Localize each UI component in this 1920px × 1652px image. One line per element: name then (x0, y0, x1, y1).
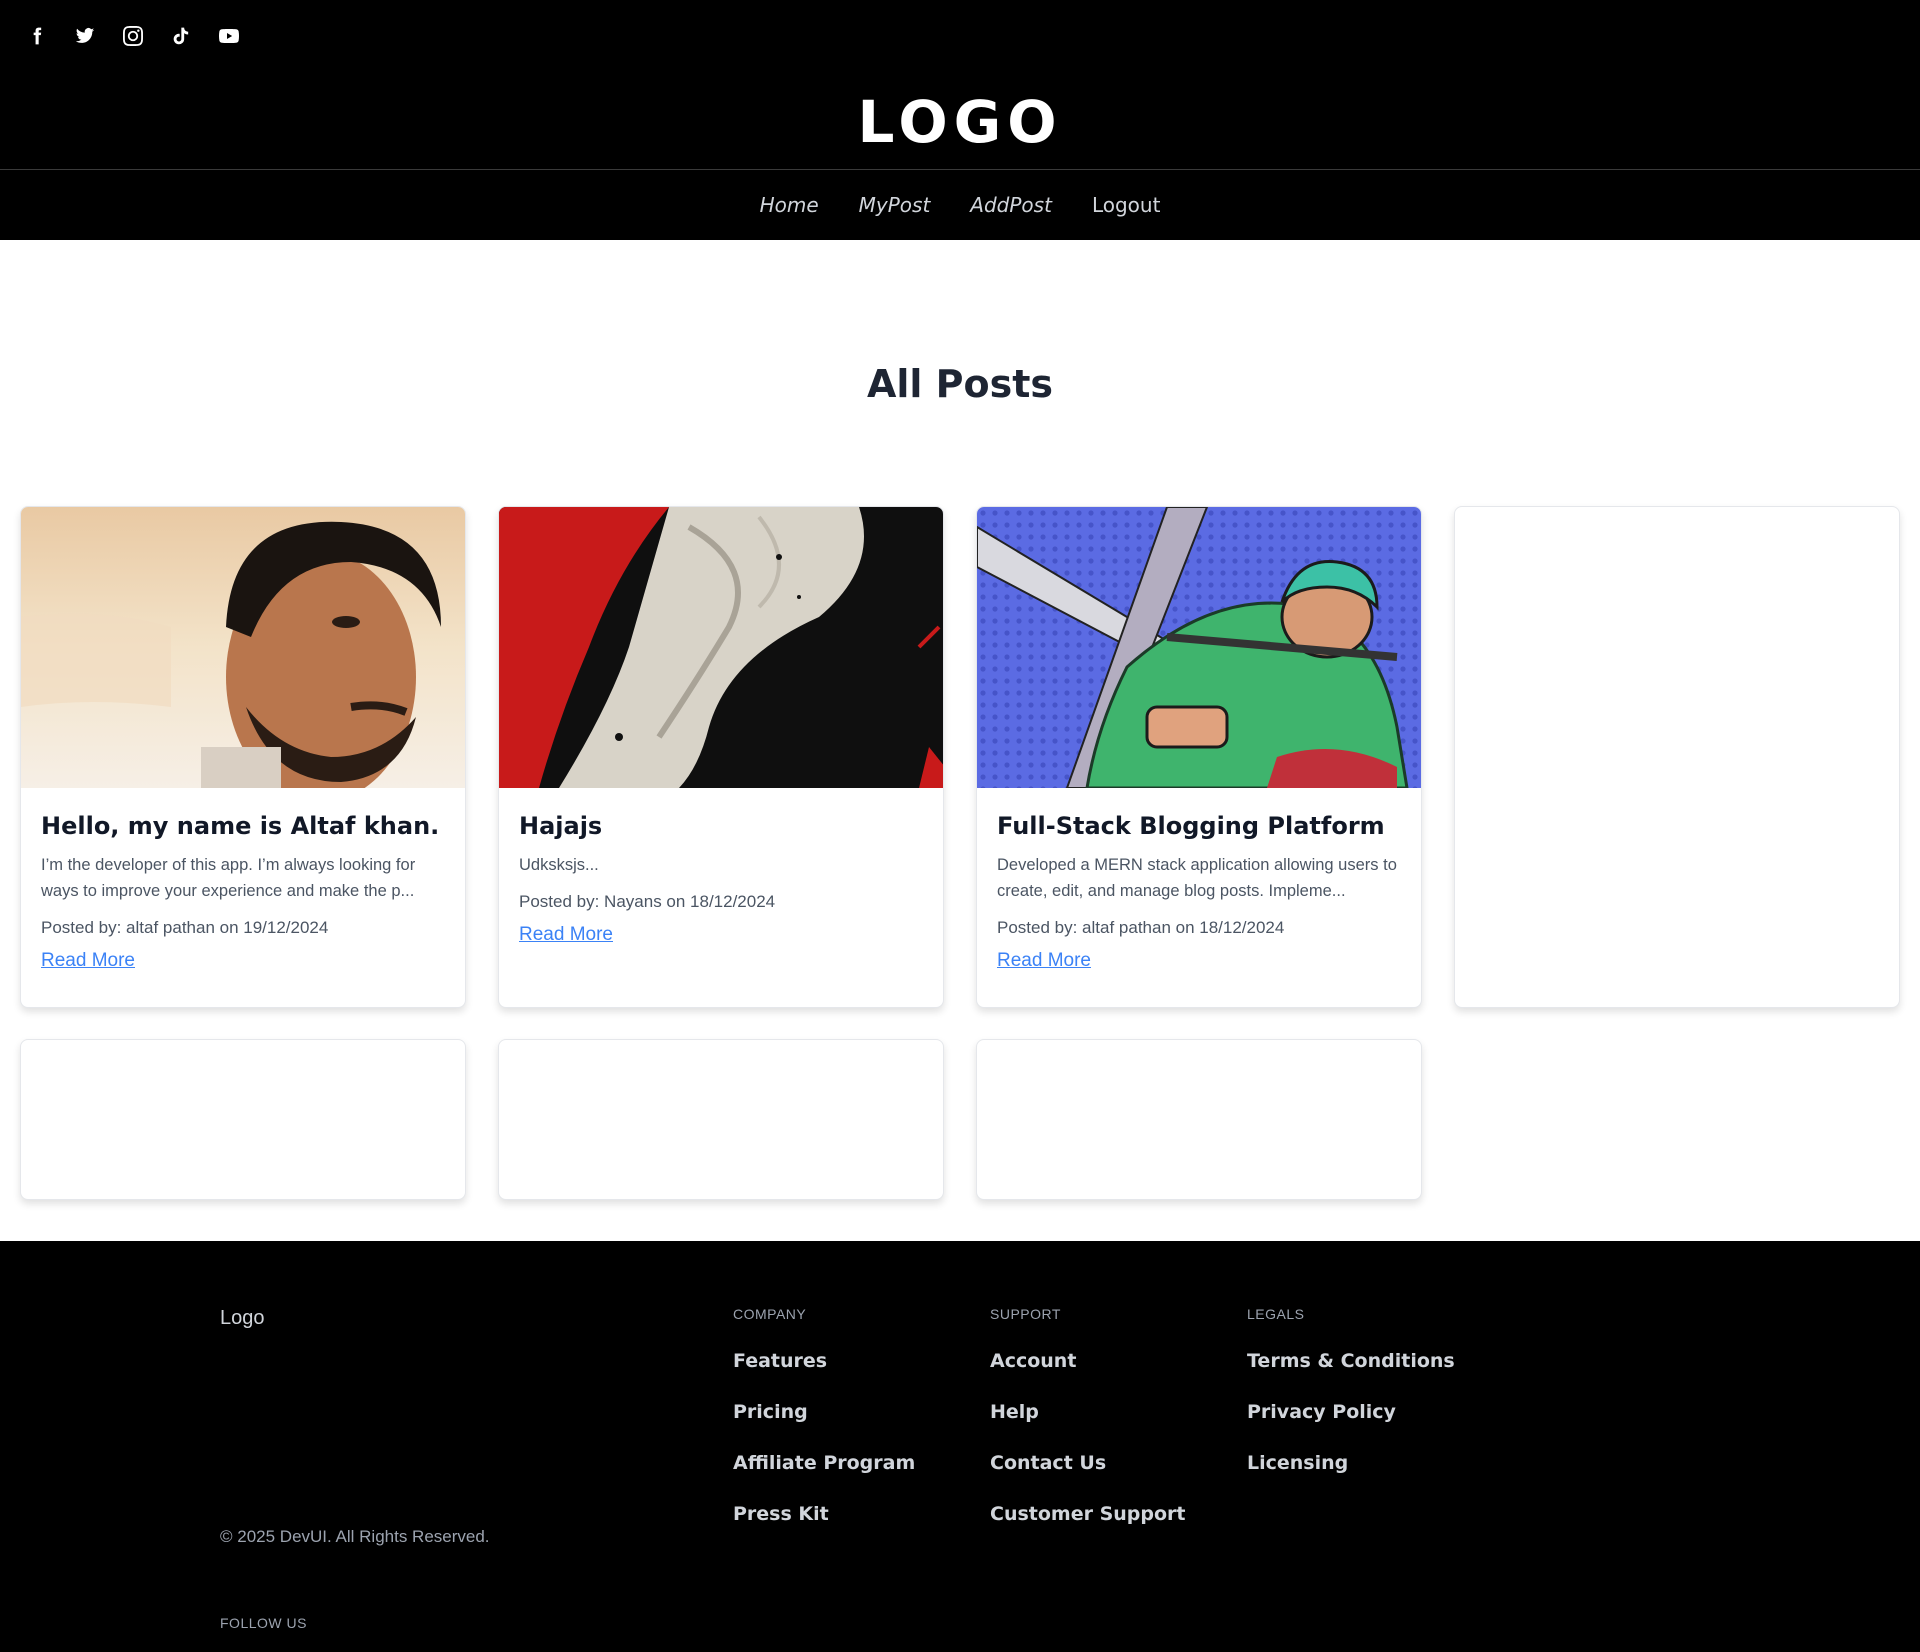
read-more-link[interactable]: Read More (41, 950, 135, 971)
footer-link-pricing[interactable]: Pricing (733, 1401, 915, 1423)
site-logo[interactable]: LOGO (0, 88, 1920, 156)
social-links (25, 24, 241, 48)
instagram-icon[interactable] (121, 24, 145, 48)
nav-addpost[interactable]: AddPost (970, 193, 1052, 217)
footer-heading: SUPPORT (990, 1306, 1061, 1322)
footer-link-affiliate[interactable]: Affiliate Program (733, 1452, 915, 1474)
post-meta: Posted by: altaf pathan on 18/12/2024 (997, 918, 1285, 937)
footer-link-features[interactable]: Features (733, 1350, 915, 1372)
footer-link-contact[interactable]: Contact Us (990, 1452, 1186, 1474)
footer-link-presskit[interactable]: Press Kit (733, 1503, 915, 1525)
footer-logo[interactable]: Logo (220, 1307, 265, 1330)
post-image-anime[interactable] (977, 507, 1421, 788)
footer-follow-heading: FOLLOW US (220, 1615, 307, 1631)
youtube-icon[interactable] (217, 24, 241, 48)
post-card-body: Full-Stack Blogging Platform Developed a… (977, 788, 1421, 992)
post-excerpt: I’m the developer of this app. I’m alway… (41, 856, 416, 900)
footer-column-support: SUPPORT Account Help Contact Us Customer… (990, 1306, 1186, 1554)
site-footer: Logo COMPANY Features Pricing Affiliate … (0, 1241, 1920, 1652)
footer-link-terms[interactable]: Terms & Conditions (1247, 1350, 1455, 1372)
tiktok-icon[interactable] (169, 24, 193, 48)
post-image-abstract[interactable] (499, 507, 943, 788)
post-excerpt: Udksksjs... (519, 856, 599, 874)
post-title: Hajajs (519, 812, 603, 840)
post-card-empty (976, 1039, 1422, 1200)
read-more-link[interactable]: Read More (519, 924, 613, 945)
post-title: Hello, my name is Altaf khan. (41, 812, 440, 840)
post-card-empty (1454, 506, 1900, 1008)
nav-mypost[interactable]: MyPost (859, 193, 931, 217)
post-meta: Posted by: altaf pathan on 19/12/2024 (41, 918, 329, 937)
facebook-icon[interactable] (25, 24, 49, 48)
post-card-empty (20, 1039, 466, 1200)
post-card: Full-Stack Blogging Platform Developed a… (976, 506, 1422, 1008)
site-header: LOGO Home MyPost AddPost Logout (0, 0, 1920, 240)
footer-column-legals: LEGALS Terms & Conditions Privacy Policy… (1247, 1306, 1455, 1503)
footer-copyright: © 2025 DevUI. All Rights Reserved. (220, 1527, 490, 1546)
posts-grid: Hello, my name is Altaf khan. I’m the de… (20, 506, 1900, 1200)
main-nav: Home MyPost AddPost Logout (0, 170, 1920, 240)
footer-column-company: COMPANY Features Pricing Affiliate Progr… (733, 1306, 915, 1554)
footer-heading: COMPANY (733, 1306, 807, 1322)
post-card: Hajajs Udksksjs... Posted by: Nayans on … (498, 506, 944, 1008)
post-card: Hello, my name is Altaf khan. I’m the de… (20, 506, 466, 1008)
footer-link-privacy[interactable]: Privacy Policy (1247, 1401, 1455, 1423)
post-card-empty (498, 1039, 944, 1200)
main-content: All Posts Hello, my name is Altaf khan. … (0, 362, 1920, 1200)
read-more-link[interactable]: Read More (997, 950, 1091, 971)
twitter-icon[interactable] (73, 24, 97, 48)
footer-heading: LEGALS (1247, 1306, 1305, 1322)
post-title: Full-Stack Blogging Platform (997, 812, 1385, 840)
footer-link-account[interactable]: Account (990, 1350, 1186, 1372)
post-image-portrait[interactable] (21, 507, 465, 788)
post-card-body: Hajajs Udksksjs... Posted by: Nayans on … (499, 788, 943, 966)
footer-link-help[interactable]: Help (990, 1401, 1186, 1423)
post-card-body: Hello, my name is Altaf khan. I’m the de… (21, 788, 465, 992)
page-title: All Posts (866, 362, 1054, 406)
nav-logout[interactable]: Logout (1092, 193, 1160, 217)
nav-home[interactable]: Home (760, 193, 819, 217)
post-excerpt: Developed a MERN stack application allow… (997, 856, 1397, 900)
footer-link-customer-support[interactable]: Customer Support (990, 1503, 1186, 1525)
post-meta: Posted by: Nayans on 18/12/2024 (519, 892, 776, 911)
footer-link-licensing[interactable]: Licensing (1247, 1452, 1455, 1474)
